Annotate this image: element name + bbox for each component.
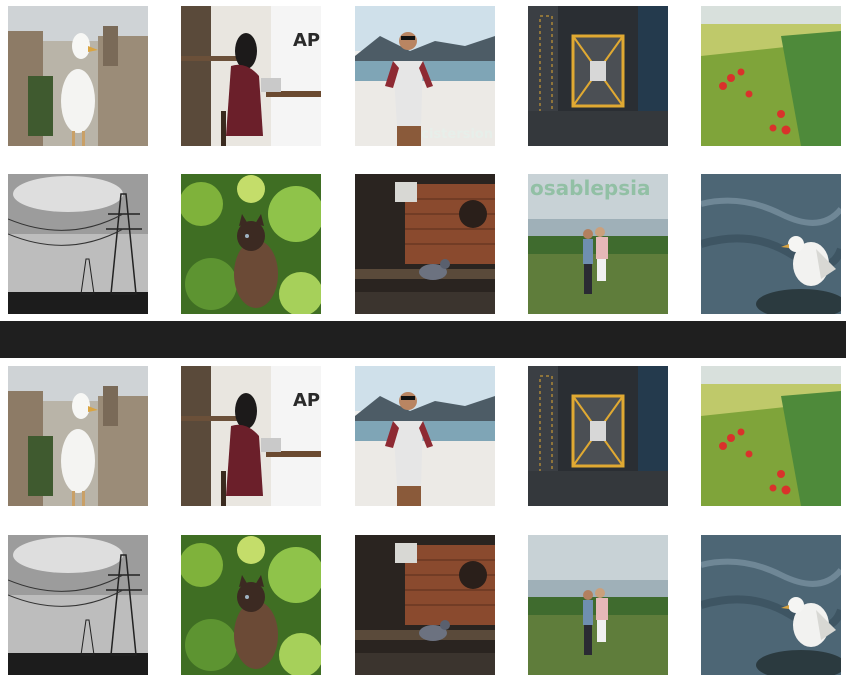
photo-thumbnail bbox=[701, 6, 841, 146]
photo-thumbnail bbox=[701, 366, 841, 506]
image-tile-power-lines-gray bbox=[8, 174, 148, 314]
image-tile-couple-coast-field: osablepsia bbox=[528, 174, 668, 314]
svg-text:APO: APO bbox=[293, 30, 321, 51]
watermark-text: osablepsia bbox=[530, 176, 651, 200]
photo-thumbnail: APO bbox=[181, 366, 321, 506]
watermarked-image-grid: APO cistersion bbox=[0, 0, 846, 320]
photo-thumbnail bbox=[528, 366, 668, 506]
image-tile-poppy-field bbox=[701, 6, 841, 146]
image-tile-seagull-city bbox=[8, 366, 148, 506]
photo-thumbnail bbox=[701, 174, 841, 314]
grid-divider-bar bbox=[0, 321, 846, 358]
photo-thumbnail bbox=[355, 366, 495, 506]
photo-thumbnail bbox=[8, 174, 148, 314]
photo-thumbnail: APO bbox=[181, 6, 321, 146]
image-tile-woman-cafe-laptop: APO bbox=[181, 6, 321, 146]
photo-thumbnail bbox=[355, 6, 495, 146]
photo-thumbnail bbox=[701, 535, 841, 675]
image-tile-woman-cafe-laptop: APO bbox=[181, 366, 321, 506]
svg-text:APO: APO bbox=[293, 390, 321, 411]
photo-thumbnail bbox=[8, 6, 148, 146]
image-tile-man-lake-mountains: cistersion bbox=[355, 6, 495, 146]
image-tile-pigeon-brick-wall bbox=[355, 535, 495, 675]
image-tile-cat-leaves bbox=[181, 174, 321, 314]
image-tile-aerial-helipad bbox=[528, 6, 668, 146]
photo-thumbnail bbox=[528, 535, 668, 675]
photo-thumbnail bbox=[528, 6, 668, 146]
image-tile-poppy-field bbox=[701, 366, 841, 506]
image-tile-cat-leaves bbox=[181, 535, 321, 675]
photo-thumbnail bbox=[8, 535, 148, 675]
photo-thumbnail bbox=[181, 174, 321, 314]
image-tile-power-lines-gray bbox=[8, 535, 148, 675]
image-tile-bird-water-rock bbox=[701, 174, 841, 314]
watermark-text: cistersion bbox=[421, 127, 493, 142]
photo-thumbnail bbox=[181, 535, 321, 675]
photo-thumbnail bbox=[8, 366, 148, 506]
image-tile-man-lake-mountains bbox=[355, 366, 495, 506]
photo-thumbnail bbox=[355, 535, 495, 675]
image-tile-aerial-helipad bbox=[528, 366, 668, 506]
image-tile-pigeon-brick-wall bbox=[355, 174, 495, 314]
photo-thumbnail bbox=[355, 174, 495, 314]
image-tile-bird-water-rock bbox=[701, 535, 841, 675]
clean-image-grid: APO bbox=[0, 360, 846, 679]
image-tile-seagull-city bbox=[8, 6, 148, 146]
image-tile-couple-coast-field bbox=[528, 535, 668, 675]
